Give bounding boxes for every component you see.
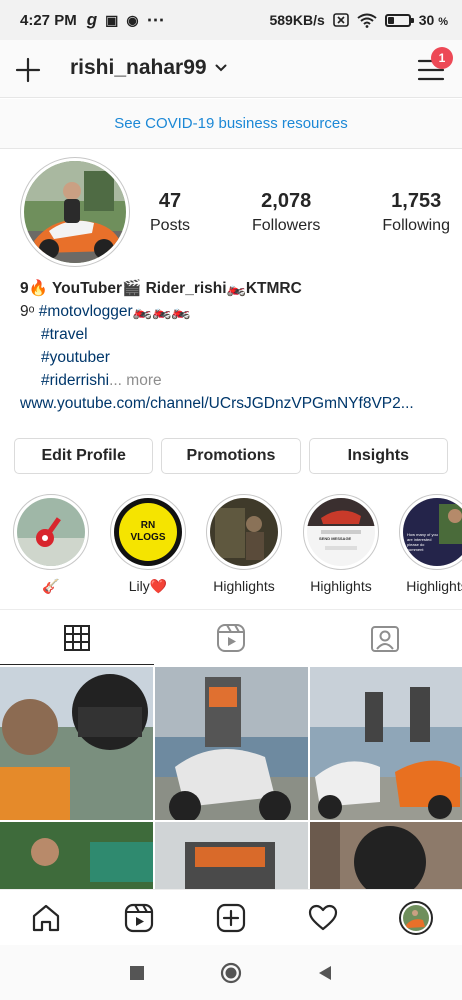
home-circle-icon xyxy=(220,962,242,983)
posts-grid xyxy=(0,667,462,889)
highlight-cover: How many of you are interested please do… xyxy=(403,498,462,566)
battery-icon xyxy=(384,13,414,27)
highlight-cover xyxy=(17,498,85,566)
post-thumbnail[interactable] xyxy=(0,667,153,820)
recents-button[interactable] xyxy=(122,958,152,988)
post-thumbnail[interactable] xyxy=(155,667,308,820)
highlight-label: Highlights xyxy=(310,578,372,594)
tab-tagged[interactable] xyxy=(308,610,462,665)
grid-icon xyxy=(64,624,90,651)
nav-activity[interactable] xyxy=(303,898,343,938)
account-switcher[interactable]: rishi_nahar99 xyxy=(70,56,227,80)
stat-posts[interactable]: 47 Posts xyxy=(150,190,190,235)
more-notifications-icon: ⋯ xyxy=(146,9,165,30)
covid-resources-link[interactable]: See COVID-19 business resources xyxy=(114,115,347,132)
highlight-item[interactable]: RN VLOGS Lily❤️ xyxy=(104,494,192,595)
bio-more-link[interactable]: ... more xyxy=(109,372,162,389)
followers-count: 2,078 xyxy=(261,190,312,212)
posts-label: Posts xyxy=(150,217,191,234)
profile-photo xyxy=(24,161,126,263)
create-icon xyxy=(216,903,246,932)
nav-reels[interactable] xyxy=(119,898,159,938)
profile-avatar[interactable] xyxy=(20,157,130,267)
profile-header: rishi_nahar99 xyxy=(0,40,462,98)
highlight-screen-text: SEND MESSAGE xyxy=(319,536,352,541)
hashtag-youtuber[interactable]: #youtuber xyxy=(20,346,450,369)
network-speed: 589KB/s xyxy=(269,12,325,28)
status-time: 4:27 PM xyxy=(20,11,77,29)
back-button[interactable] xyxy=(310,958,340,988)
app-news-icon: ▣ xyxy=(105,11,119,28)
nav-profile[interactable] xyxy=(396,898,436,938)
stat-following[interactable]: 1,753 Following xyxy=(382,190,450,235)
tab-grid[interactable] xyxy=(0,610,154,665)
following-count: 1,753 xyxy=(391,190,442,212)
story-highlights: 🎸 RN VLOGS Lily❤️ Highlights SEND MESSAG… xyxy=(0,494,462,598)
highlight-item[interactable]: Highlights xyxy=(200,494,288,594)
bio-line-2: 9ᵒ #motovlogger🏍️🏍️🏍️ xyxy=(20,303,191,320)
bottom-navigation xyxy=(0,889,462,945)
posts-count: 47 xyxy=(158,190,182,212)
status-bar: 4:27 PM g ▣ ◉ ⋯ 589KB/s 30 % xyxy=(0,0,462,40)
system-navigation xyxy=(0,945,462,1000)
nav-create[interactable] xyxy=(211,898,251,938)
chevron-down-icon xyxy=(215,64,227,72)
following-label: Following xyxy=(382,217,450,234)
highlight-item[interactable]: 🎸 xyxy=(7,494,95,595)
followers-label: Followers xyxy=(251,217,321,234)
wifi-icon xyxy=(357,13,377,28)
app-g-icon: g xyxy=(86,10,98,29)
profile-stats: 47 Posts 2,078 Followers 1,753 Following xyxy=(150,190,450,235)
heart-icon xyxy=(309,904,338,930)
tab-reels[interactable] xyxy=(154,610,308,665)
hashtag-riderrishi[interactable]: #riderrishi xyxy=(41,372,109,389)
highlight-item[interactable]: SEND MESSAGE Highlights xyxy=(297,494,385,594)
post-thumbnail[interactable] xyxy=(155,822,308,889)
sim-icon xyxy=(332,13,349,27)
highlight-label: 🎸 xyxy=(42,578,60,594)
highlight-cover: RN VLOGS xyxy=(114,498,182,566)
covid-resources-banner[interactable]: See COVID-19 business resources xyxy=(0,99,462,149)
new-post-button[interactable] xyxy=(14,56,42,84)
highlight-item[interactable]: How many of you are interested please do… xyxy=(393,494,462,594)
post-thumbnail[interactable] xyxy=(310,822,462,889)
stat-followers[interactable]: 2,078 Followers xyxy=(252,190,320,235)
insights-button[interactable]: Insights xyxy=(308,438,448,474)
username: rishi_nahar99 xyxy=(70,56,207,79)
battery-percent: 30 % xyxy=(418,12,448,28)
promotions-button[interactable]: Promotions xyxy=(161,438,301,474)
highlight-screen-text: How many of you are interested please do… xyxy=(407,532,438,552)
back-icon xyxy=(319,965,331,980)
post-thumbnail[interactable] xyxy=(310,667,462,820)
tagged-icon xyxy=(371,625,399,652)
rn-vlogs-logo: RN VLOGS xyxy=(119,503,177,561)
highlight-cover: SEND MESSAGE xyxy=(307,498,375,566)
app-chrome-icon: ◉ xyxy=(126,11,139,28)
reels-icon xyxy=(124,903,153,932)
post-thumbnail[interactable] xyxy=(0,822,153,889)
bio-name-line: 9🔥 YouTuber🎬 Rider_rishi🏍️KTMRC xyxy=(20,280,302,297)
bio-line-5: #riderrishi... more xyxy=(20,369,450,392)
recents-icon xyxy=(130,965,144,980)
profile-actions: Edit Profile Promotions Insights xyxy=(14,438,448,474)
highlight-label: Highlights xyxy=(406,578,462,594)
home-icon xyxy=(33,904,60,931)
hashtag-travel[interactable]: #travel xyxy=(20,323,450,346)
profile-avatar-icon xyxy=(398,900,433,935)
highlight-label: Lily❤️ xyxy=(128,578,168,594)
reels-icon xyxy=(217,623,245,652)
hashtag-motovlogger[interactable]: #motovlogger xyxy=(39,303,133,320)
nav-home[interactable] xyxy=(26,898,66,938)
edit-profile-button[interactable]: Edit Profile xyxy=(14,438,154,474)
notification-badge: 1 xyxy=(431,47,453,69)
profile-tabs xyxy=(0,609,462,665)
profile-bio: 9🔥 YouTuber🎬 Rider_rishi🏍️KTMRC 9ᵒ #moto… xyxy=(20,277,450,415)
highlight-label: Highlights xyxy=(213,578,275,594)
system-home-button[interactable] xyxy=(216,958,246,988)
highlight-cover xyxy=(210,498,278,566)
bio-website-link[interactable]: www.youtube.com/channel/UCrsJGDnzVPGmNYf… xyxy=(20,392,450,415)
